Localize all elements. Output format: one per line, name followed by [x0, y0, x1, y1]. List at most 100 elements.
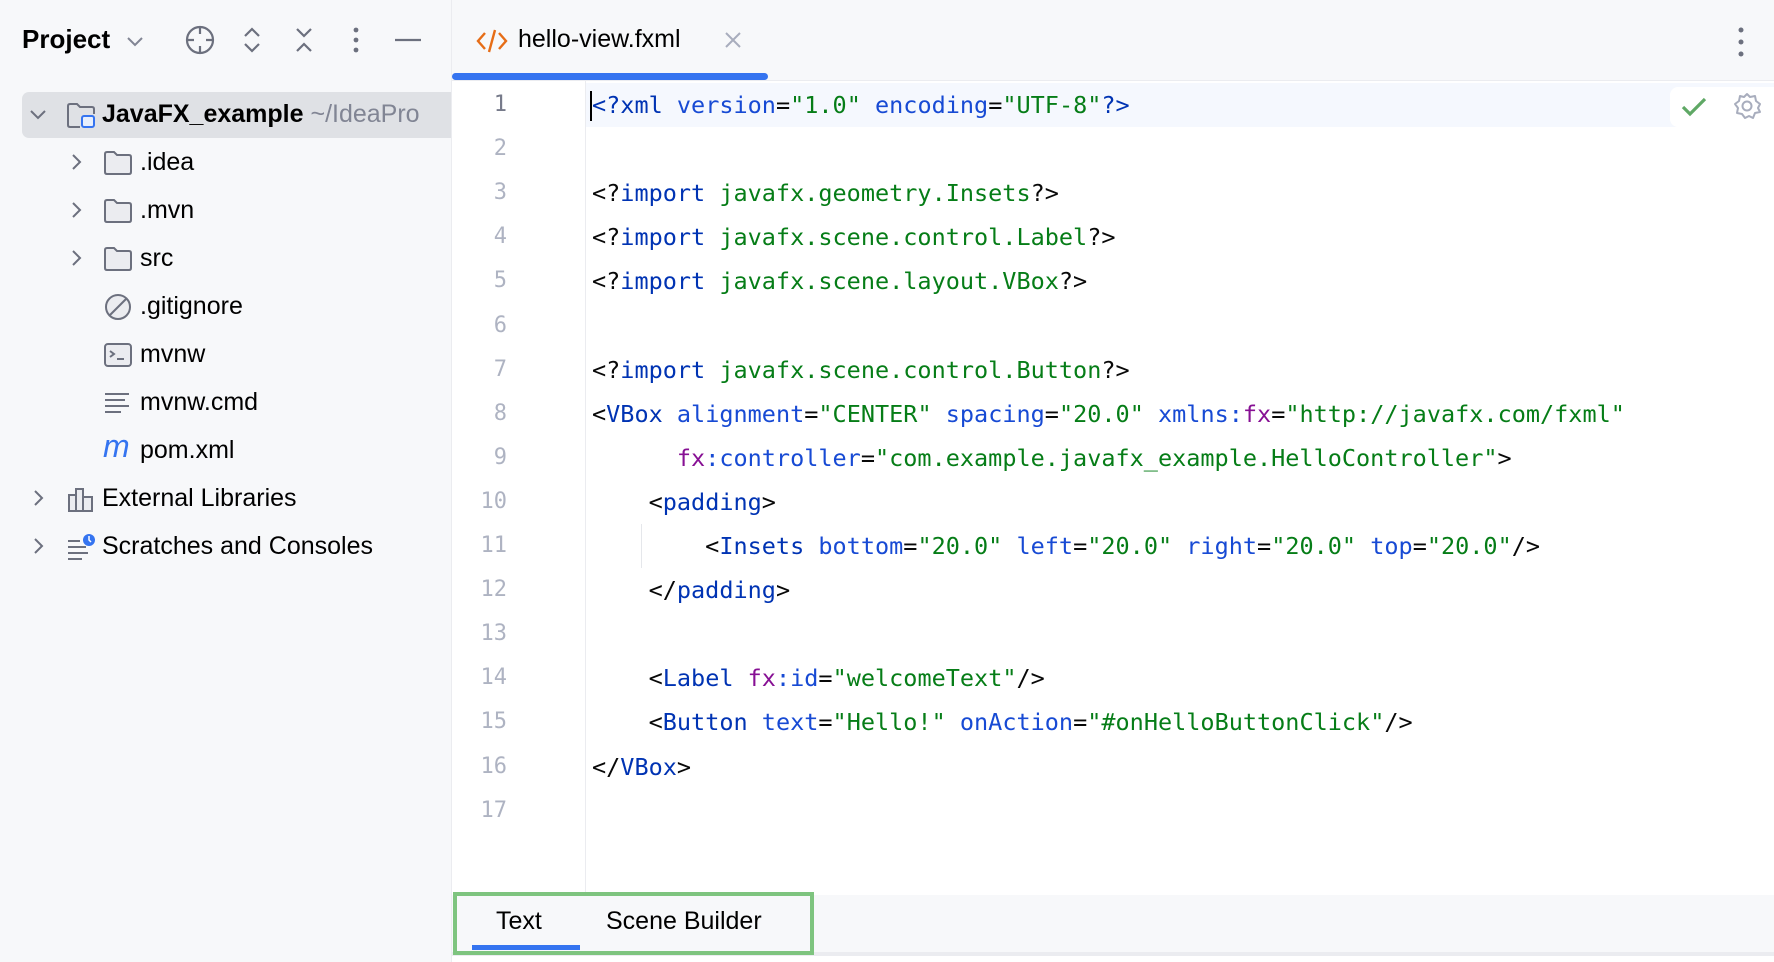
chevron-down-icon[interactable]	[28, 104, 48, 124]
code-line[interactable]: <Insets bottom="20.0" left="20.0" right=…	[586, 524, 1774, 568]
tree-item-pom-xml[interactable]: m pom.xml	[0, 428, 451, 472]
code-line-text: <padding>	[592, 480, 776, 524]
code-line[interactable]: <?import javafx.scene.layout.VBox?>	[586, 259, 1774, 303]
code-line[interactable]: </padding>	[586, 568, 1774, 612]
minimize-icon[interactable]	[392, 24, 424, 56]
code-token: <?	[592, 91, 621, 119]
code-token: =	[903, 532, 918, 560]
code-line[interactable]	[586, 789, 1774, 833]
line-number-text: 8	[493, 400, 507, 426]
chevron-right-icon[interactable]	[66, 200, 86, 220]
line-number-text: 12	[480, 577, 508, 603]
tab-scene-builder[interactable]: Scene Builder	[600, 895, 800, 952]
line-number-text: 16	[480, 753, 508, 779]
code-token: =	[775, 91, 791, 119]
tree-item-external-libraries[interactable]: External Libraries	[0, 476, 451, 520]
tab-text[interactable]: Text	[452, 895, 600, 952]
editor-tab-hello-view-fxml[interactable]: hello-view.fxml	[452, 0, 768, 80]
code-line[interactable]: <padding>	[586, 480, 1774, 524]
code-line[interactable]: <?import javafx.scene.control.Label?>	[586, 215, 1774, 259]
code-token: <?	[592, 179, 621, 208]
tree-item-javafx-example[interactable]: JavaFX_example ~/IdeaPro	[0, 92, 451, 138]
code-token: onAction	[959, 708, 1074, 737]
collapse-all-icon[interactable]	[288, 24, 320, 56]
module-folder-icon	[67, 103, 95, 128]
code-token: import	[620, 223, 706, 252]
code-token: Label	[662, 664, 734, 693]
code-token: top	[1370, 532, 1413, 560]
code-line[interactable]: fx:controller="com.example.javafx_exampl…	[586, 436, 1774, 480]
code-token: </	[592, 576, 677, 605]
code-token: Button	[662, 708, 748, 737]
code-line[interactable]: <?xml version="1.0" encoding="UTF-8"?>	[586, 83, 1774, 127]
code-line[interactable]	[586, 127, 1774, 171]
code-token: javafx.scene.control.Button	[719, 355, 1102, 384]
code-editor[interactable]: </VBox> <Button text="Hello!" onAction="…	[586, 81, 1774, 895]
line-number-gutter: 1 2 3 4 5 6 7 8 9 10 11 12 13 14 15 16 17	[452, 81, 586, 895]
tree-item-mvnw[interactable]: mvnw	[0, 332, 451, 376]
tree-item-gitignore[interactable]: .gitignore	[0, 284, 451, 328]
code-line[interactable]	[586, 304, 1774, 348]
chevron-right-icon[interactable]	[28, 536, 48, 556]
chevron-down-icon[interactable]	[124, 30, 146, 52]
tab-label: hello-view.fxml	[518, 25, 681, 53]
project-header: Project	[0, 0, 451, 80]
code-token: encoding	[875, 91, 989, 119]
code-line-text: <?import javafx.geometry.Insets?>	[592, 171, 1059, 215]
code-line[interactable]: <?import javafx.geometry.Insets?>	[586, 171, 1774, 215]
code-token: "UTF-8"	[1002, 91, 1102, 119]
code-token: >	[775, 576, 791, 605]
code-line[interactable]: </VBox>	[586, 745, 1774, 789]
close-icon[interactable]	[724, 31, 742, 49]
inspection-widget[interactable]	[1670, 87, 1774, 127]
code-token: VBox	[606, 399, 663, 428]
locate-icon[interactable]	[184, 24, 216, 56]
tree-item-mvn[interactable]: .mvn	[0, 188, 451, 232]
chevron-right-icon[interactable]	[66, 248, 86, 268]
gear-icon[interactable]	[1732, 91, 1762, 121]
code-token: <	[592, 708, 663, 737]
code-line[interactable]	[586, 612, 1774, 656]
tree-item-scratches-and-consoles[interactable]: Scratches and Consoles	[0, 524, 451, 568]
code-token: <	[592, 532, 720, 560]
more-options-icon[interactable]	[1736, 26, 1746, 60]
line-number-text: 1	[493, 92, 507, 117]
code-token: "20.0"	[1271, 532, 1357, 560]
code-token: version	[676, 91, 776, 119]
code-line-text: <Insets bottom="20.0" left="20.0" right=…	[592, 524, 1540, 568]
expand-all-icon[interactable]	[236, 24, 268, 56]
tree-item-src[interactable]: src	[0, 236, 451, 280]
code-line-text: <?import javafx.scene.layout.VBox?>	[592, 259, 1087, 303]
code-line-text: <?import javafx.scene.control.Label?>	[592, 215, 1116, 259]
chevron-right-icon[interactable]	[66, 152, 86, 172]
editor-panel: hello-view.fxml 1 2 3 4 5 6 7 8 9 10 11 12 13 14 15 16 1…	[452, 0, 1774, 962]
code-line[interactable]: <VBox alignment="CENTER" spacing="20.0" …	[586, 392, 1774, 436]
folder-icon	[104, 247, 132, 271]
project-view-title[interactable]: Project	[22, 24, 110, 55]
code-token: =	[818, 664, 833, 693]
xml-code-icon	[476, 29, 508, 53]
folder-icon	[104, 151, 132, 175]
code-token: alignment	[676, 399, 805, 428]
tree-item-label: Scratches and Consoles	[102, 532, 373, 560]
line-number-text: 13	[480, 621, 508, 647]
code-token: import	[620, 267, 706, 296]
chevron-right-icon[interactable]	[28, 488, 48, 508]
code-token: fx	[747, 664, 776, 693]
code-token: ?>	[1058, 267, 1088, 296]
code-line[interactable]: <Button text="Hello!" onAction="#onHello…	[586, 700, 1774, 744]
shell-script-icon	[104, 343, 132, 367]
tree-item-mvnw-cmd[interactable]: mvnw.cmd	[0, 380, 451, 424]
code-line[interactable]: <Label fx:id="welcomeText"/>	[586, 656, 1774, 700]
code-line[interactable]: <?import javafx.scene.control.Button?>	[586, 348, 1774, 392]
more-options-icon[interactable]	[340, 24, 372, 56]
indent-guide	[641, 524, 642, 569]
check-icon[interactable]	[1680, 95, 1708, 119]
tree-item-idea[interactable]: .idea	[0, 140, 451, 184]
code-token: =	[1257, 532, 1272, 560]
code-token: ?>	[1030, 179, 1059, 208]
